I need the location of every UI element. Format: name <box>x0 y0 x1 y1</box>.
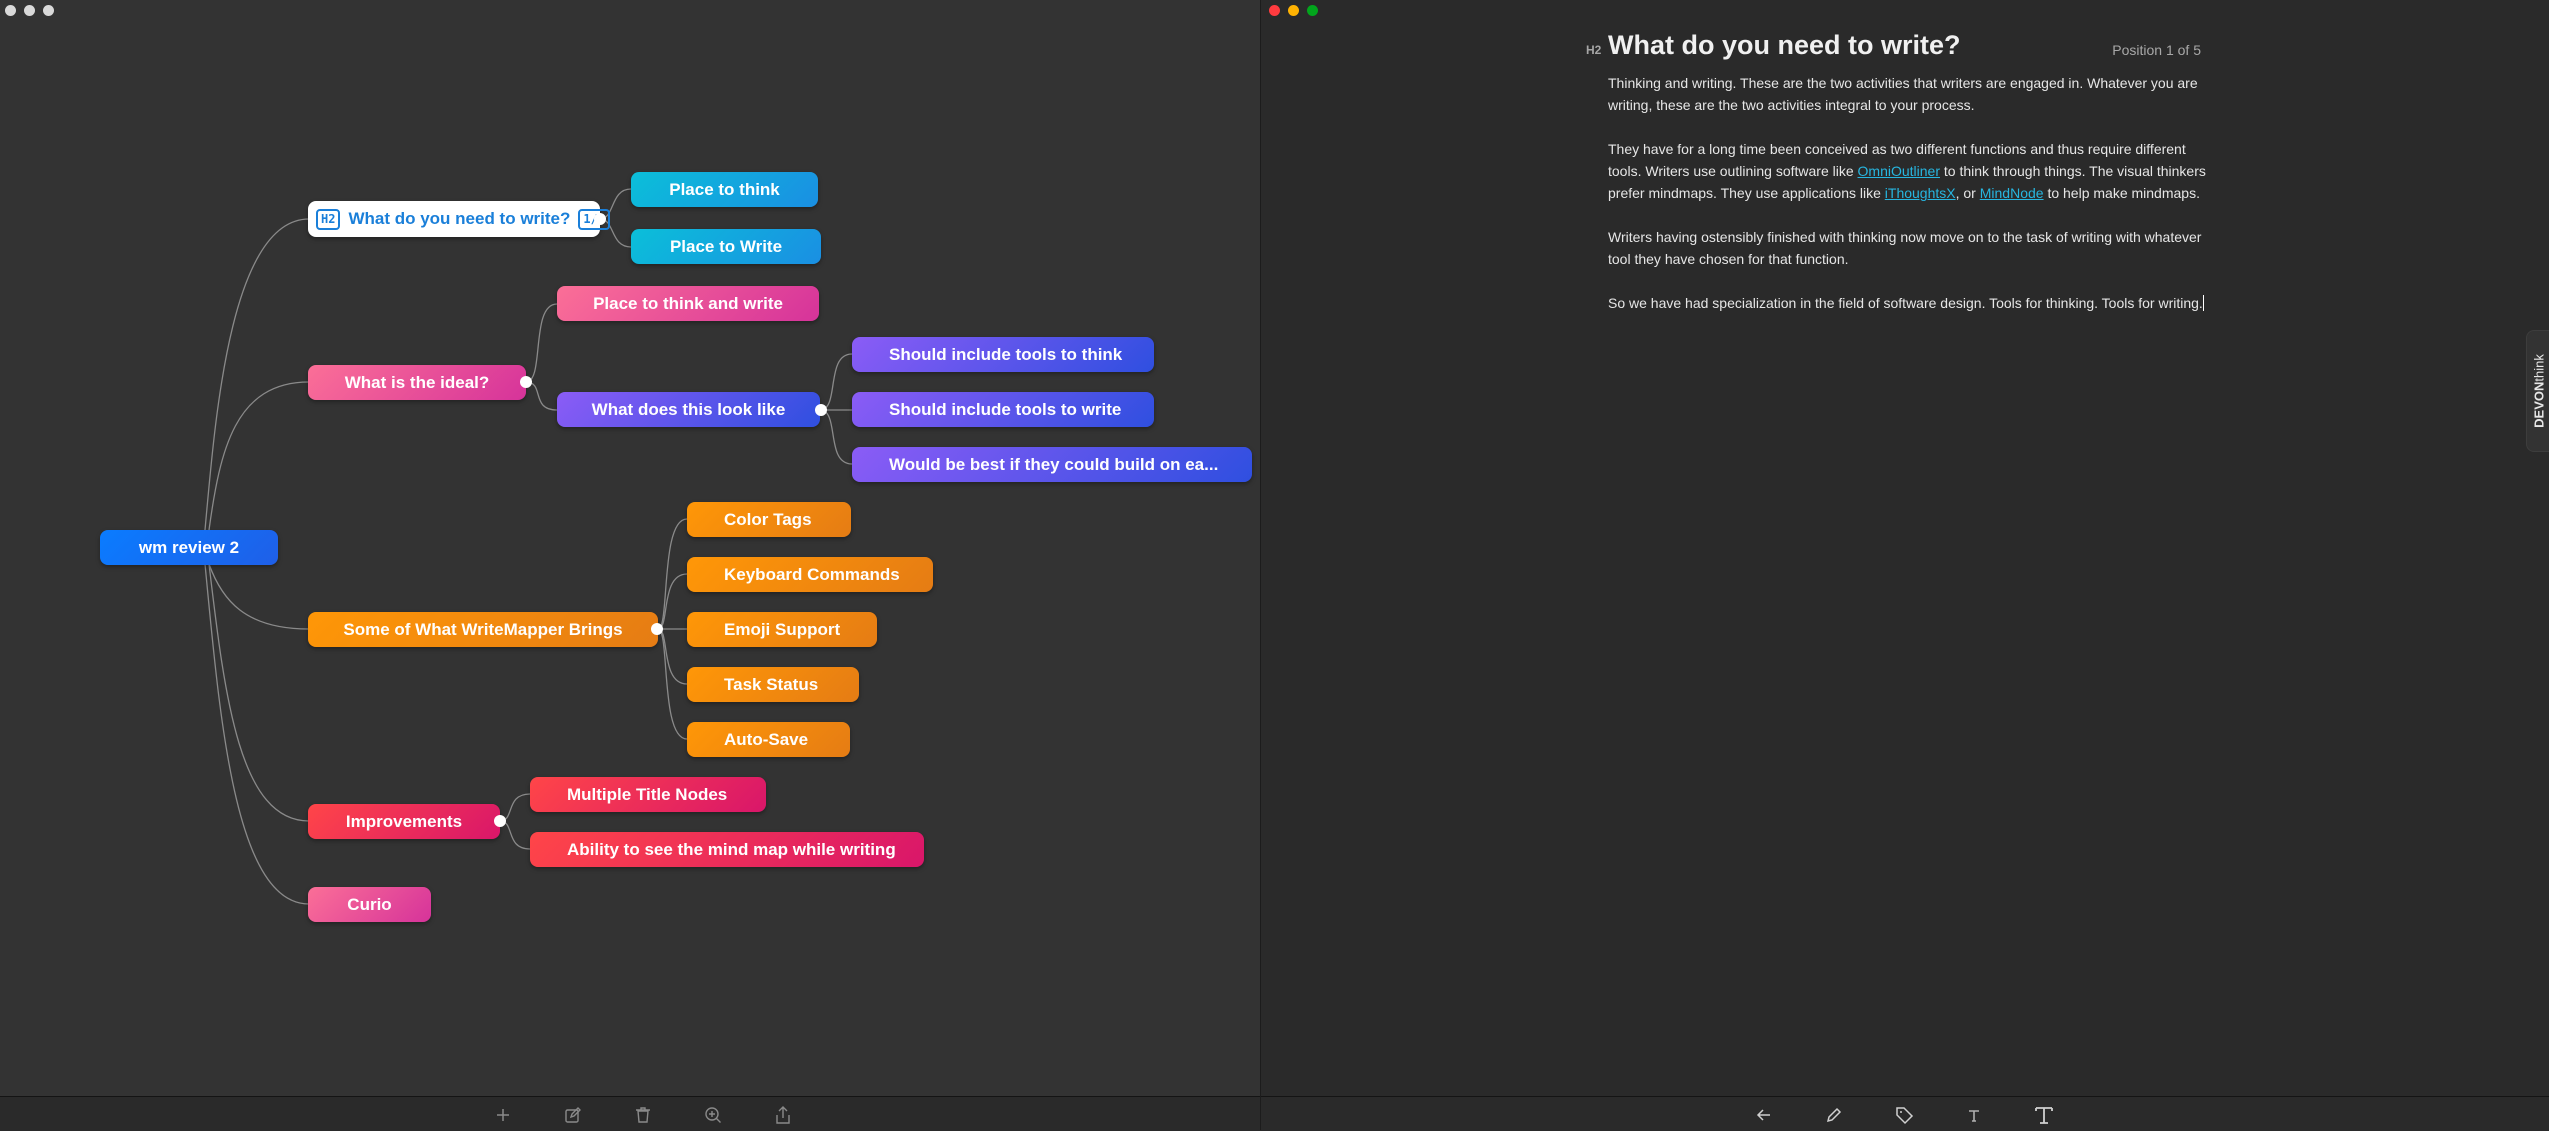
close-button[interactable] <box>1269 5 1280 16</box>
brand-bold: DEVON <box>2531 381 2547 428</box>
heading-level-tag: H2 <box>1586 43 1602 57</box>
node-emoji-support[interactable]: Emoji Support <box>687 612 877 647</box>
paragraph: Writers having ostensibly finished with … <box>1608 229 2202 267</box>
node-improvements[interactable]: Improvements <box>308 804 500 839</box>
trash-icon[interactable] <box>633 1105 653 1125</box>
pencil-icon[interactable] <box>1824 1105 1844 1125</box>
node-tools-think[interactable]: Should include tools to think <box>852 337 1154 372</box>
collapse-handle[interactable] <box>815 404 827 416</box>
link-omnioutliner[interactable]: OmniOutliner <box>1858 163 1940 179</box>
node-tools-write[interactable]: Should include tools to write <box>852 392 1154 427</box>
node-what-does-this-look-like[interactable]: What does this look like <box>557 392 820 427</box>
minimize-button[interactable] <box>1288 5 1299 16</box>
link-mindnode[interactable]: MindNode <box>1980 185 2044 201</box>
link-ithoughtsx[interactable]: iThoughtsX <box>1885 185 1956 201</box>
node-color-tags[interactable]: Color Tags <box>687 502 851 537</box>
text: So we have had specialization in the fie… <box>1608 295 2203 311</box>
heading-tag-badge: H2 <box>316 208 341 230</box>
node-what-is-ideal[interactable]: What is the ideal? <box>308 365 526 400</box>
editor-title[interactable]: What do you need to write? <box>1608 30 1961 61</box>
node-place-to-write[interactable]: Place to Write <box>631 229 821 264</box>
node-task-status[interactable]: Task Status <box>687 667 859 702</box>
node-label: What do you need to write? <box>348 209 571 228</box>
paragraph: They have for a long time been conceived… <box>1608 138 2206 204</box>
collapse-handle[interactable] <box>494 815 506 827</box>
plus-icon[interactable] <box>493 1105 513 1125</box>
editor-body[interactable]: Thinking and writing. These are the two … <box>1608 72 2206 336</box>
node-auto-save[interactable]: Auto-Save <box>687 722 850 757</box>
connector <box>499 820 531 850</box>
editor-toolbar <box>1261 1096 2549 1131</box>
mindmap-toolbar <box>0 1096 1260 1131</box>
node-multiple-title[interactable]: Multiple Title Nodes <box>530 777 766 812</box>
edit-icon[interactable] <box>563 1105 583 1125</box>
connector <box>819 353 853 411</box>
share-icon[interactable] <box>773 1105 793 1125</box>
connector <box>208 563 310 630</box>
connector <box>819 409 853 465</box>
devonthink-side-tab[interactable]: DEVONthink <box>2526 330 2549 452</box>
zoom-button[interactable] <box>1307 5 1318 16</box>
node-keyboard-commands[interactable]: Keyboard Commands <box>687 557 933 592</box>
connector <box>204 563 310 905</box>
paragraph: Thinking and writing. These are the two … <box>1608 75 2198 113</box>
selected-node[interactable]: H2 What do you need to write? 1/5 <box>308 201 611 237</box>
node-place-think-write[interactable]: Place to think and write <box>557 286 819 321</box>
connector <box>208 381 310 531</box>
paragraph: So we have had specialization in the fie… <box>1608 292 2206 314</box>
collapse-handle[interactable] <box>651 623 663 635</box>
node-place-to-think[interactable]: Place to think <box>631 172 818 207</box>
node-writemapper-brings[interactable]: Some of What WriteMapper Brings <box>308 612 658 647</box>
text: to help make mindmaps. <box>2043 185 2200 201</box>
small-text-icon[interactable] <box>1964 1105 1984 1125</box>
node-build-on[interactable]: Would be best if they could build on ea.… <box>852 447 1252 482</box>
brand-light: think <box>2531 354 2547 382</box>
collapse-handle[interactable] <box>594 213 606 225</box>
text: , or <box>1955 185 1980 201</box>
tag-icon[interactable] <box>1894 1105 1914 1125</box>
connector <box>204 218 310 531</box>
node-ability-see[interactable]: Ability to see the mind map while writin… <box>530 832 924 867</box>
text-cursor <box>2202 295 2204 311</box>
connector <box>525 303 558 383</box>
back-arrow-icon[interactable] <box>1754 1105 1774 1125</box>
zoom-in-icon[interactable] <box>703 1105 723 1125</box>
mindmap-pane: wm review 2 H2 What do you need to write… <box>0 0 1260 1131</box>
connector <box>208 563 310 822</box>
large-text-icon[interactable] <box>2034 1105 2054 1125</box>
node-curio[interactable]: Curio <box>308 887 431 922</box>
window-controls <box>1269 5 1318 16</box>
collapse-handle[interactable] <box>520 376 532 388</box>
devonthink-label: DEVONthink <box>2532 354 2547 428</box>
connector <box>525 381 558 411</box>
root-node[interactable]: wm review 2 <box>100 530 278 565</box>
position-indicator: Position 1 of 5 <box>2112 42 2201 58</box>
